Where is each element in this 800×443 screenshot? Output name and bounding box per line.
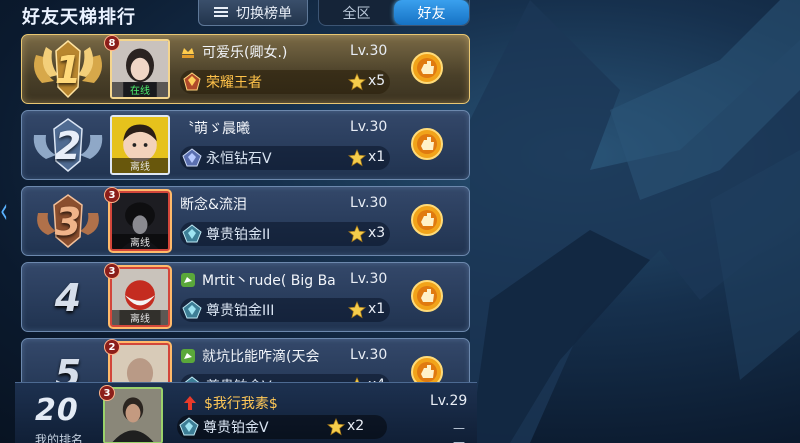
star-icon [348,73,366,91]
leaderboard-row[interactable]: 3 3 离线 断念&流泪 Lv.30 尊贵铂金II x3 [21,186,470,256]
my-level: Lv.29 [430,393,468,409]
tier-name: 尊贵铂金II [206,227,271,243]
diamond-tier-icon [182,148,202,167]
my-like-placeholder: — — [453,421,465,443]
star-icon [327,418,345,436]
my-name-line: $我行我素$ [182,393,278,413]
chevron-left-icon[interactable]: ‹ [0,188,8,231]
tier-name: 荣耀王者 [206,75,262,91]
tier-bar: 永恒钻石V x1 [180,146,390,170]
tier-bar: 尊贵铂金II x3 [180,222,390,246]
tier-name: 永恒钻石V [206,151,272,167]
player-level: Lv.30 [350,43,388,59]
star-count: x1 [368,149,386,165]
my-tier-bar: 尊贵铂金V x2 [177,415,387,439]
player-name-line: 就坑比能咋滴(天会 [180,346,360,366]
notification-badge: 2 [104,339,120,355]
rank-number: 1 [54,48,82,92]
platinum-tier-icon [182,300,202,319]
player-name-line: Mrtit丶rude( Big Ba [180,270,360,290]
leaderboard-row[interactable]: 4 3 离线 Mrtit丶rude( Big Ba Lv.30 尊贵铂金III … [21,262,470,332]
tier-bar: 荣耀王者 x5 [180,70,390,94]
player-level: Lv.30 [350,271,388,287]
player-name: 可爱乐(卿女.) [202,45,288,61]
tier-name: 尊贵铂金III [206,303,275,319]
leaderboard-row[interactable]: 1 8 在线 可爱乐(卿女.) Lv.30 荣耀王者 x5 [21,34,470,104]
tab-all-server[interactable]: 全区 [319,0,394,25]
player-level: Lv.30 [350,195,388,211]
rank-emblem: 4 [28,265,108,331]
king-tier-icon [183,72,201,91]
offline-status: 离线 [112,158,168,173]
player-name: 断念&流泪 [180,197,247,213]
my-rank-label: 我的排名 [35,433,84,443]
my-name: $我行我素$ [204,396,278,412]
player-name-line: 〝萌ゞ晨曦 [180,118,360,138]
my-rank-number: 20 [35,393,79,428]
star-icon [348,225,366,243]
my-tier-name: 尊贵铂金V [203,420,269,436]
leaderboard-row[interactable]: 2 离线 〝萌ゞ晨曦 Lv.30 永恒钻石V x1 [21,110,470,180]
rank-emblem: 3 [28,189,108,255]
player-name-line: 断念&流泪 [180,194,360,214]
game-app-icon [181,349,195,363]
player-name: 就坑比能咋滴(天会 [202,349,320,365]
star-icon [348,149,366,167]
tab-friends[interactable]: 好友 [394,0,469,25]
star-icon [348,301,366,319]
star-count: x1 [368,301,386,317]
tier-bar: 尊贵铂金III x1 [180,298,390,322]
star-count: x5 [368,73,386,89]
thumb-coin-icon[interactable] [410,203,444,237]
notification-badge: 3 [104,187,120,203]
offline-status: 离线 [112,310,168,325]
rank-emblem: 1 [28,37,108,103]
avatar[interactable]: 离线 [110,115,170,175]
offline-status: 离线 [112,234,168,249]
scope-tabs: 全区 好友 [318,0,470,26]
rank-emblem: 2 [28,113,108,179]
notification-badge: 8 [104,35,120,51]
player-level: Lv.30 [350,119,388,135]
switch-leaderboard-label: 切换榜单 [236,5,292,22]
avatar[interactable]: 离线 [110,191,170,251]
notification-badge: 3 [104,263,120,279]
player-name: 〝萌ゞ晨曦 [180,121,250,137]
online-status: 在线 [112,82,168,97]
panel-title: 好友天梯排行 [22,7,136,28]
platinum-tier-icon [182,224,202,243]
player-name: Mrtit丶rude( Big Ba [202,273,336,289]
rank-number: 3 [54,200,82,244]
rank-number: 2 [54,124,82,168]
king-rank-icon [182,48,194,58]
player-level: Lv.30 [350,347,388,363]
avatar[interactable]: 离线 [110,267,170,327]
notification-badge: 3 [99,385,115,401]
star-count: x3 [368,225,386,241]
background-hero-art [470,0,800,443]
thumb-coin-icon[interactable] [410,279,444,313]
thumb-coin-icon[interactable] [410,127,444,161]
rank-number: 4 [54,276,82,320]
game-app-icon [181,273,195,287]
player-name-line: 可爱乐(卿女.) [180,42,360,62]
my-rank-bar: 20 我的排名 3 $我行我素$ Lv.29 尊贵铂金V x2 — — [15,382,477,443]
list-icon [214,7,228,18]
my-star-count: x2 [347,418,365,434]
rank-up-icon [184,396,196,410]
thumb-coin-icon[interactable] [410,51,444,85]
avatar[interactable]: 在线 [110,39,170,99]
platinum-tier-icon [179,417,199,436]
switch-leaderboard-button[interactable]: 切换榜单 [198,0,308,26]
